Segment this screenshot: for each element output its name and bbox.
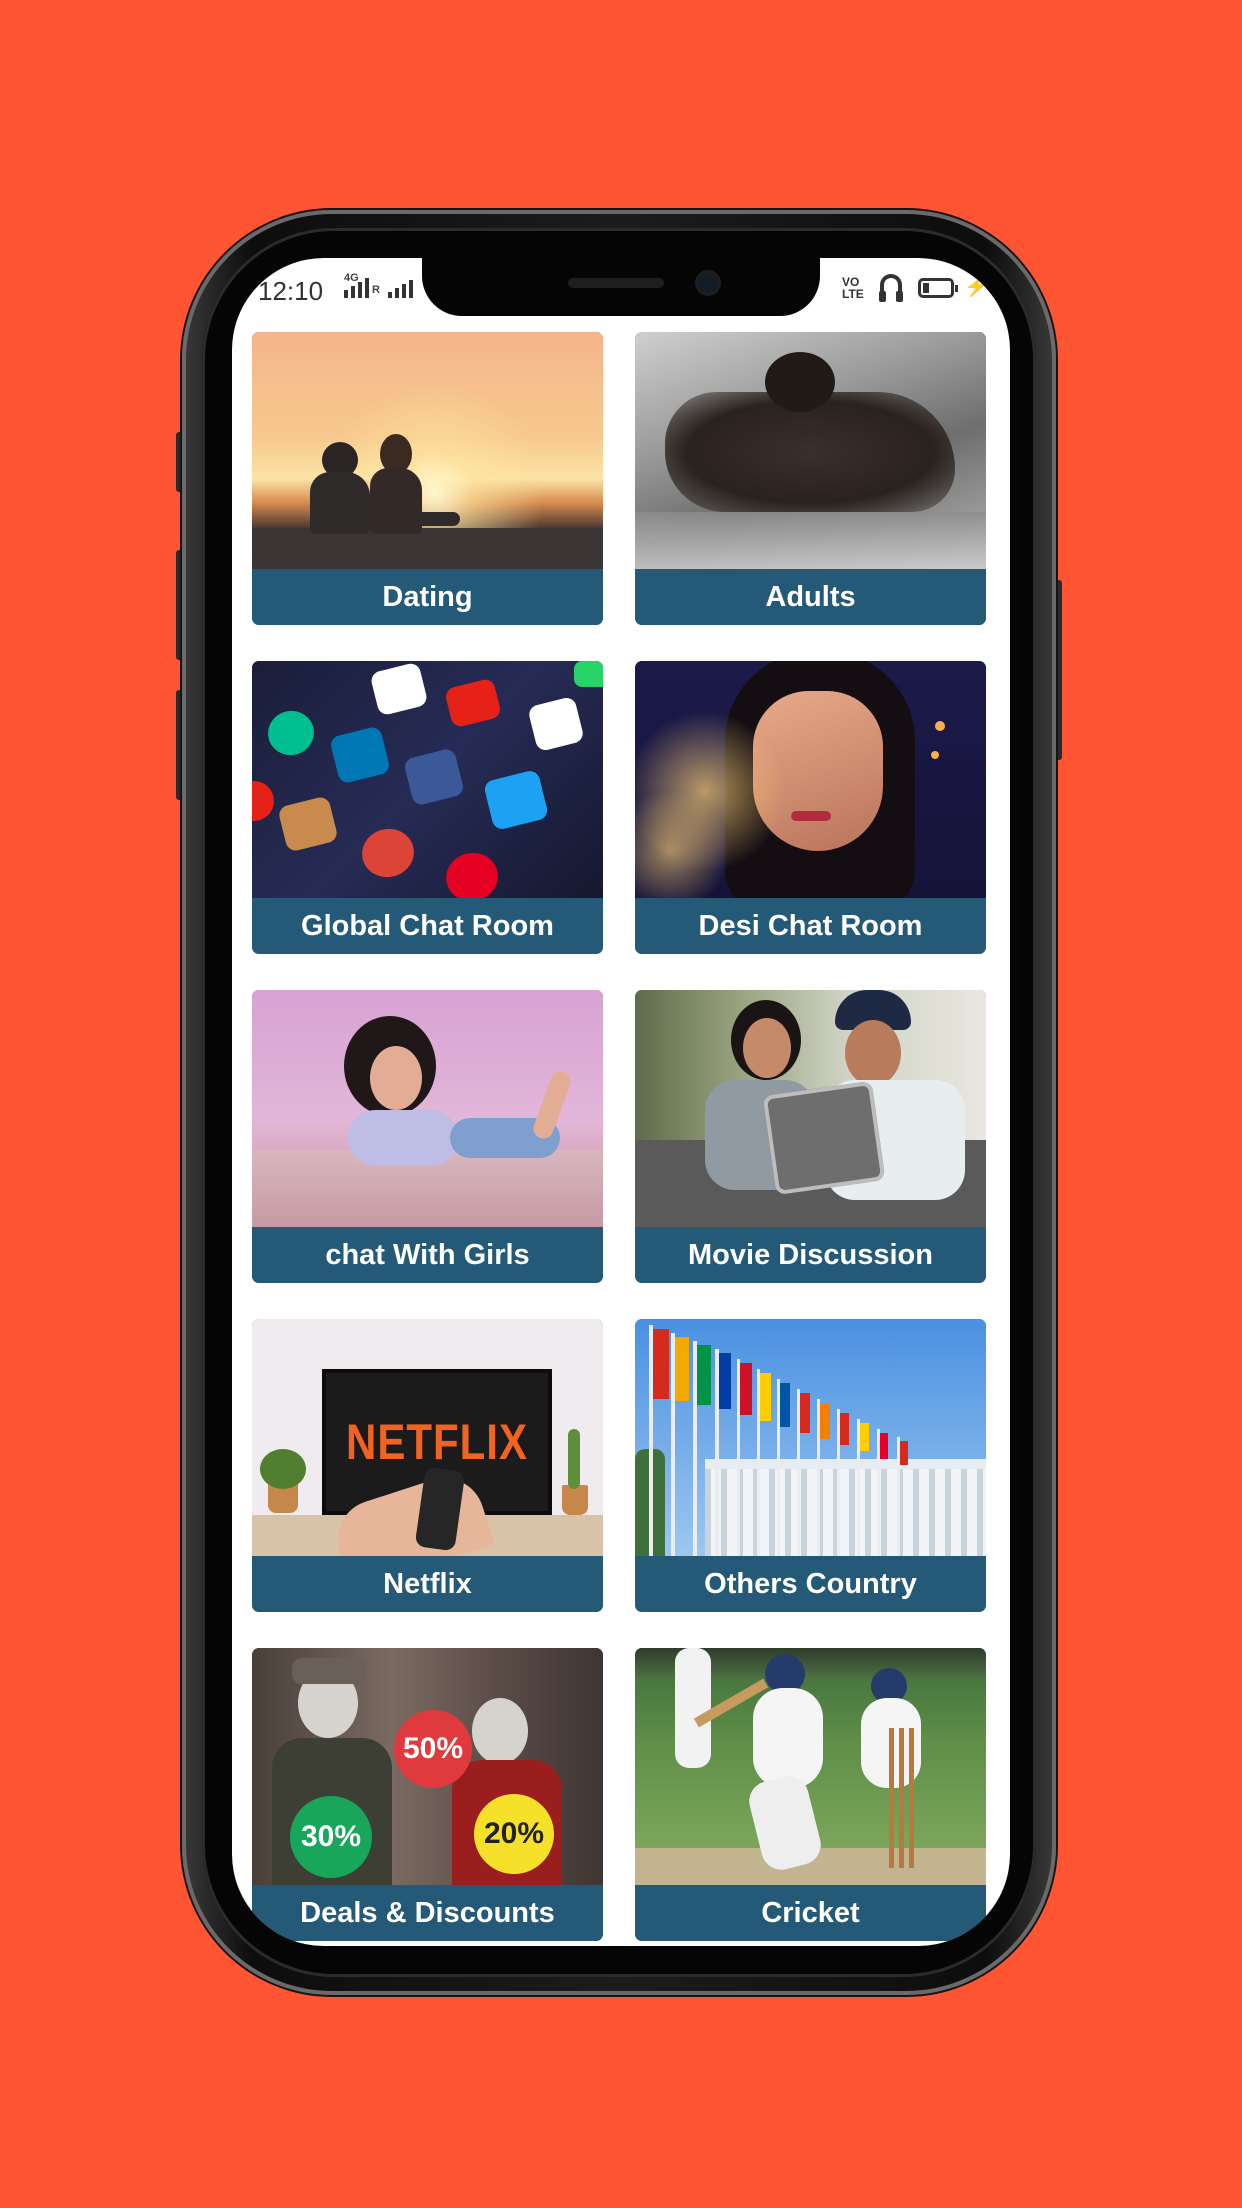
headphone-icon: [879, 274, 903, 302]
sunset-couple-image: [252, 332, 603, 569]
charging-icon: ⚡: [964, 276, 989, 298]
category-card-global-chat-room[interactable]: Global Chat Room: [252, 661, 603, 954]
netflix-logo-text: NETFLIX: [346, 1413, 528, 1470]
category-label: Movie Discussion: [635, 1227, 986, 1283]
discount-badge-20: 20%: [474, 1794, 554, 1874]
category-card-netflix[interactable]: NETFLIX Netflix: [252, 1319, 603, 1612]
category-label: Global Chat Room: [252, 898, 603, 954]
category-label: Netflix: [252, 1556, 603, 1612]
category-card-cricket[interactable]: Cricket: [635, 1648, 986, 1941]
netflix-tv-image: NETFLIX: [252, 1319, 603, 1556]
category-card-adults[interactable]: Adults: [635, 332, 986, 625]
mannequins-discount-image: 50% 30% 20%: [252, 1648, 603, 1885]
category-label: Dating: [252, 569, 603, 625]
girl-with-phone-image: [252, 990, 603, 1227]
front-camera: [698, 273, 718, 293]
cricket-batsman-image: [635, 1648, 986, 1885]
woman-with-fairy-lights-image: [635, 661, 986, 898]
discount-badge-50: 50%: [394, 1710, 472, 1788]
couple-with-tablet-image: [635, 990, 986, 1227]
category-card-movie-discussion[interactable]: Movie Discussion: [635, 990, 986, 1283]
category-card-deals-discounts[interactable]: 50% 30% 20% Deals & Discounts: [252, 1648, 603, 1941]
couple-in-bed-image: [635, 332, 986, 569]
social-app-icons-image: [252, 661, 603, 898]
category-card-others-country[interactable]: Others Country: [635, 1319, 986, 1612]
phone-screen: 12:10 4G R VO LTE ⚡ Dating Adults Global…: [232, 258, 1010, 1946]
category-card-dating[interactable]: Dating: [252, 332, 603, 625]
speaker-grille: [568, 278, 664, 288]
battery-icon: [918, 278, 958, 298]
roaming-indicator: R: [372, 284, 380, 296]
discount-badge-30: 30%: [290, 1796, 372, 1878]
category-label: Others Country: [635, 1556, 986, 1612]
category-card-desi-chat-room[interactable]: Desi Chat Room: [635, 661, 986, 954]
status-time: 12:10: [258, 276, 324, 306]
phone-notch: [422, 258, 820, 316]
category-card-chat-with-girls[interactable]: chat With Girls: [252, 990, 603, 1283]
volte-icon: VO LTE: [842, 275, 864, 301]
category-label: Adults: [635, 569, 986, 625]
country-flags-image: [635, 1319, 986, 1556]
category-label: Desi Chat Room: [635, 898, 986, 954]
category-label: Deals & Discounts: [252, 1885, 603, 1941]
category-label: chat With Girls: [252, 1227, 603, 1283]
signal-icon: [344, 278, 369, 298]
category-label: Cricket: [635, 1885, 986, 1941]
signal-icon-2: [388, 278, 413, 298]
